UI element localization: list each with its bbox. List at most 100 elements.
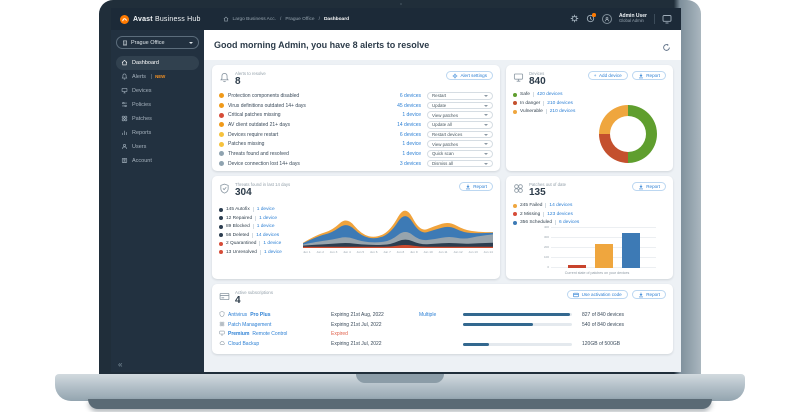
multiple-link[interactable]: Multiple — [419, 312, 463, 318]
console-icon[interactable] — [662, 14, 672, 24]
use-activation-code-button[interactable]: Use activation code — [567, 290, 628, 299]
y-tick-label: 0 — [547, 265, 549, 270]
subscription-name[interactable]: Premium Remote Control — [219, 330, 331, 338]
alert-row: AV client outdated 21+ days 14 devices Upd… — [219, 120, 493, 130]
avatar[interactable] — [601, 13, 612, 24]
plus-icon: + — [593, 73, 597, 78]
alert-row: Virus definitions outdated 14+ days 45 de… — [219, 101, 493, 111]
sidebar-item-devices[interactable]: Devices — [116, 84, 199, 98]
alert-action-dropdown[interactable]: View patches — [427, 111, 493, 120]
alert-action-dropdown[interactable]: Update all — [427, 121, 493, 129]
legend-devices-link[interactable]: 1 device — [259, 241, 281, 247]
legend-devices-link[interactable]: 1 device — [259, 249, 282, 255]
alert-action-dropdown[interactable]: Update — [427, 101, 493, 110]
report-button[interactable]: Report — [458, 182, 493, 191]
chevron-down-icon — [484, 152, 488, 155]
legend-devices-link[interactable]: 123 devices — [543, 211, 573, 217]
alert-devices-link[interactable]: 45 devices — [371, 103, 421, 109]
x-tick-label: Jun 3 — [329, 249, 338, 254]
alert-action-dropdown[interactable]: Dismiss all — [427, 159, 493, 168]
legend-devices-link[interactable]: 420 devices — [532, 92, 562, 97]
alert-row: Threats found and resolved 1 device Quick … — [219, 149, 493, 159]
usage-label: 540 of 840 devices — [582, 321, 624, 328]
report-button[interactable]: Report — [631, 182, 666, 191]
breadcrumb-item[interactable]: Largo Business Acc. — [233, 17, 276, 22]
legend-label: 245 Failed — [520, 203, 543, 208]
patches-count: 135 — [529, 187, 546, 198]
alert-action-dropdown[interactable]: Restart devices — [427, 130, 493, 139]
breadcrumb-item[interactable]: Prague Office — [285, 17, 314, 22]
sidebar-collapse-button[interactable]: « — [118, 360, 122, 369]
legend-devices-link[interactable]: 1 device — [255, 215, 277, 221]
alert-action-dropdown[interactable]: Restart — [427, 92, 493, 100]
alert-action-dropdown[interactable]: View patches — [427, 140, 493, 149]
download-icon — [638, 184, 643, 189]
sidebar-item-dashboard[interactable]: Dashboard — [116, 56, 199, 70]
sidebar-item-label: Users — [132, 143, 147, 150]
usage-label: 120GB of 500GB — [582, 341, 621, 348]
download-icon — [465, 184, 470, 189]
alert-settings-button[interactable]: Alert settings — [445, 71, 493, 80]
subscription-name[interactable]: Cloud Backup — [219, 340, 331, 348]
subscription-name-part: Pro Plus — [250, 311, 271, 318]
legend-devices-link[interactable]: 1 device — [252, 224, 275, 230]
alert-devices-link[interactable]: 1 device — [371, 141, 421, 147]
report-button[interactable]: Report — [631, 290, 666, 299]
usage-label: 827 of 840 devices — [582, 311, 624, 318]
add-device-button[interactable]: + Add device — [587, 71, 628, 80]
site-selector[interactable]: Prague Office — [116, 36, 199, 49]
legend-item: 89 Blocked 1 device — [219, 224, 303, 230]
subscription-name-part: Premium — [228, 331, 250, 338]
subscriptions-list: Antivirus Pro Plus Expiring 21st Aug, 202… — [219, 310, 666, 349]
alert-devices-link[interactable]: 1 device — [371, 112, 421, 118]
devices-donut-chart — [599, 105, 657, 163]
alert-devices-link[interactable]: 3 devices — [371, 161, 421, 167]
alert-row: Device connection lost 14+ days 3 devices… — [219, 159, 493, 169]
sidebar-item-patches[interactable]: Patches — [116, 112, 199, 126]
sidebar-item-policies[interactable]: Policies — [116, 98, 199, 112]
alert-devices-link[interactable]: 6 devices — [371, 132, 421, 138]
topbar-actions: Admin User Global Admin — [570, 13, 672, 25]
legend-label: 12 Repaired — [226, 215, 253, 221]
legend-devices-link[interactable]: 6 devices — [555, 220, 579, 226]
subscription-name[interactable]: Patch Management — [219, 321, 331, 329]
user-role: Global Admin — [618, 18, 644, 24]
settings-gear-icon[interactable] — [570, 14, 579, 23]
legend-devices-link[interactable]: 210 devices — [545, 109, 575, 115]
user-block[interactable]: Admin User Global Admin — [618, 13, 647, 25]
alert-devices-link[interactable]: 6 devices — [371, 93, 421, 99]
alert-action-dropdown[interactable]: Quick scan — [427, 150, 493, 158]
sidebar-item-alerts[interactable]: Alerts NEW — [116, 70, 199, 84]
sidebar-item-reports[interactable]: Reports — [116, 126, 199, 140]
report-button[interactable]: Report — [631, 71, 666, 80]
legend-devices-link[interactable]: 14 devices — [252, 232, 279, 238]
subscription-row: Premium Remote Control Expired — [219, 330, 666, 340]
alert-label: Devices require restart — [228, 131, 279, 138]
legend-devices-link[interactable]: 1 device — [252, 207, 275, 212]
alert-devices-link[interactable]: 1 device — [371, 151, 421, 157]
legend-dot — [219, 241, 223, 246]
shield-icon — [219, 311, 225, 319]
page-title: Good morning Admin, you have 8 alerts to… — [214, 40, 430, 50]
site-selector-label: Prague Office — [131, 39, 165, 46]
x-tick-label: Jun 5 — [356, 249, 365, 254]
subscription-name[interactable]: Antivirus Pro Plus — [219, 311, 331, 319]
sidebar-item-users[interactable]: Users — [116, 140, 199, 154]
monitor-icon — [121, 88, 128, 94]
notifications-icon[interactable] — [586, 13, 596, 23]
sidebar-item-account[interactable]: Account — [116, 154, 199, 168]
sidebar-item-label: Reports — [132, 129, 152, 136]
gear-icon — [452, 73, 458, 78]
refresh-icon[interactable] — [662, 39, 671, 57]
x-tick-label: Jun 12 — [453, 249, 463, 254]
alert-devices-link[interactable]: 14 devices — [371, 122, 421, 128]
legend-item: Safe 420 devices — [513, 92, 666, 97]
legend-label: Safe — [520, 92, 530, 97]
alerts-list: Protection components disabled 6 devices R… — [219, 91, 493, 169]
account-icon — [121, 158, 128, 164]
home-icon — [121, 60, 128, 66]
alert-row: Patches missing 1 device View patches — [219, 139, 493, 149]
legend-devices-link[interactable]: 210 devices — [543, 100, 573, 106]
patches-legend: 245 Failed 14 devices 2 Missing 123 devices… — [513, 203, 666, 226]
legend-devices-link[interactable]: 14 devices — [545, 203, 572, 208]
